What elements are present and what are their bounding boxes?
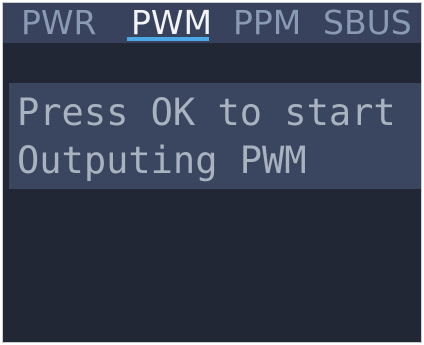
device-screen: PWR PWM PPM SBUS Press OK to start Outpu… (2, 2, 422, 343)
active-tab-underline (127, 37, 209, 41)
tab-pwr[interactable]: PWR (21, 3, 96, 43)
tab-ppm[interactable]: PPM (233, 3, 301, 43)
message-panel: Press OK to start Outputing PWM (9, 83, 421, 189)
message-line-2: Outputing PWM (17, 139, 307, 182)
mode-tab-bar: PWR PWM PPM SBUS (3, 3, 421, 43)
message-line-1: Press OK to start (17, 91, 396, 134)
tab-sbus[interactable]: SBUS (323, 3, 412, 43)
